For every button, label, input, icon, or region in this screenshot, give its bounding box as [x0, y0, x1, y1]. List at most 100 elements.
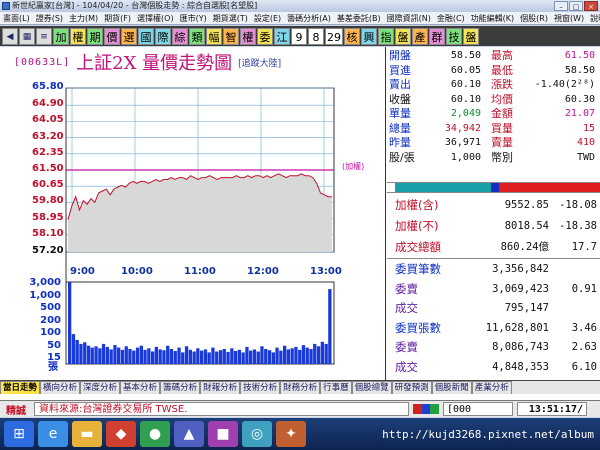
toolbar-button[interactable]: 盤	[463, 27, 479, 45]
chart-panel: [00633L] 上証2X 量價走勢圖 [追蹤大陸] 65.80 64.90 64.…	[0, 47, 386, 380]
index-row: 加權(含) 9552.85 -18.08	[387, 195, 600, 216]
analysis-tab[interactable]: 技術分析	[240, 381, 281, 394]
order-stat-ratio: 0.91	[571, 282, 597, 295]
menu-item[interactable]: 主力(M)	[66, 12, 101, 24]
volume-bar	[200, 350, 204, 364]
menu-item[interactable]: 籌碼分析(A)	[284, 12, 334, 24]
toolbar-button[interactable]: 群	[429, 27, 445, 45]
menu-item[interactable]: 設定(E)	[251, 12, 284, 24]
list-icon[interactable]: ≡	[36, 27, 52, 45]
volume-bar	[98, 348, 102, 364]
toolbar-button[interactable]: 綜	[172, 27, 188, 45]
back-icon[interactable]: ◀	[2, 27, 18, 45]
menu-item[interactable]: 畫面(L)	[0, 12, 33, 24]
toolbar-button[interactable]: 29	[325, 27, 343, 45]
toolbar-button[interactable]: 際	[155, 27, 171, 45]
main-area: [00633L] 上証2X 量價走勢圖 [追蹤大陸] 65.80 64.90 64.…	[0, 47, 600, 400]
toolbar-button[interactable]: 國	[138, 27, 154, 45]
menu-item[interactable]: 功能編輯(K)	[468, 12, 518, 24]
toolbar-button[interactable]: 產	[412, 27, 428, 45]
quote-label: 最高	[491, 49, 513, 62]
analysis-tab[interactable]: 研發預測	[391, 381, 432, 394]
volume-bar	[113, 345, 117, 364]
close-button[interactable]: ×	[584, 1, 598, 11]
analysis-tab[interactable]: 行事曆	[320, 381, 352, 394]
order-stat-label: 成交	[395, 359, 418, 374]
menu-item[interactable]: 證券(S)	[33, 12, 66, 24]
toolbar-button[interactable]: 選	[121, 27, 137, 45]
status-bar: 精誠 資料來源:台灣證券交易所 TWSE. [000 13:51:17/	[0, 400, 600, 417]
menu-item[interactable]: 金融(C)	[434, 12, 468, 24]
quote-row: 買進 60.05 最低 58.50	[387, 64, 600, 79]
folder-icon[interactable]: ▬	[72, 421, 102, 447]
volume-bar	[192, 351, 196, 364]
toolbar-button[interactable]: 加	[53, 27, 69, 45]
analysis-tab[interactable]: 個股總覽	[351, 381, 392, 394]
toolbar-button[interactable]: 智	[223, 27, 239, 45]
menu-item[interactable]: 個股(R)	[517, 12, 551, 24]
volume-bar	[132, 350, 136, 364]
menu-item[interactable]: 基差委託(B)	[334, 12, 384, 24]
menu-item[interactable]: 說明(H)	[587, 12, 600, 24]
toolbar-button[interactable]: 價	[104, 27, 120, 45]
toolbar-button[interactable]: 幅	[206, 27, 222, 45]
index-label: 成交總額	[395, 240, 441, 254]
quote-label: 賣出	[389, 78, 411, 91]
toolbar-button[interactable]: 江	[274, 27, 290, 45]
analysis-tab[interactable]: 籌碼分析	[160, 381, 201, 394]
toolbar-button[interactable]: 權	[70, 27, 86, 45]
maximize-button[interactable]: □	[569, 1, 583, 11]
app3-icon[interactable]: ▲	[174, 421, 204, 447]
analysis-tab[interactable]: 當日走勢	[0, 381, 41, 394]
volume-bar	[173, 351, 177, 364]
toolbar-button[interactable]: 期	[87, 27, 103, 45]
toolbar-button[interactable]: 興	[361, 27, 377, 45]
quote-label: 買進	[389, 63, 411, 77]
volume-bar	[252, 349, 257, 364]
menu-item[interactable]: 選擇權(O)	[134, 12, 177, 24]
app2-icon[interactable]: ●	[140, 421, 170, 447]
menu-item[interactable]: 匯市(Y)	[177, 12, 210, 24]
order-stat-row: 委買筆數 3,356,842	[387, 260, 600, 280]
menu-item[interactable]: 期貨選(T)	[210, 12, 251, 24]
volume-bar	[218, 350, 223, 364]
menu-item[interactable]: 國際資訊(N)	[384, 12, 434, 24]
toolbar-button[interactable]: 委	[257, 27, 273, 45]
volume-bar	[71, 334, 76, 364]
toolbar-button[interactable]: 技	[446, 27, 462, 45]
analysis-tab[interactable]: 深度分析	[80, 381, 121, 394]
signal-indicator	[413, 404, 440, 414]
minimize-button[interactable]: –	[554, 1, 568, 11]
analysis-tab[interactable]: 財報分析	[200, 381, 241, 394]
menu-item[interactable]: 期貨(F)	[101, 12, 134, 24]
analysis-tab[interactable]: 橫向分析	[40, 381, 81, 394]
quote-row: 總量 34,942 買量 15	[387, 122, 600, 137]
start-icon[interactable]: ⊞	[4, 421, 34, 447]
toolbar-button[interactable]: 9	[291, 27, 307, 45]
analysis-tab[interactable]: 財務分析	[280, 381, 321, 394]
analysis-tab[interactable]: 個股新聞	[431, 381, 472, 394]
toolbar-button[interactable]: 指	[378, 27, 394, 45]
quote-label: 買量	[491, 121, 513, 135]
app5-icon[interactable]: ◎	[242, 421, 272, 447]
analysis-tab[interactable]: 產業分析	[471, 381, 512, 394]
toolbar-button[interactable]: 權	[240, 27, 256, 45]
quote-label: 賣量	[491, 136, 513, 149]
grid-icon[interactable]: ▦	[19, 27, 35, 45]
toolbar-button[interactable]: 核	[344, 27, 360, 45]
toolbar-button[interactable]: 盤	[395, 27, 411, 45]
browser-icon[interactable]: e	[38, 421, 68, 447]
analysis-tab[interactable]: 基本分析	[120, 381, 161, 394]
quote-value: 34,942	[444, 122, 481, 134]
volume-bar	[286, 349, 290, 364]
volume-bar	[264, 349, 268, 364]
app6-icon[interactable]: ✦	[276, 421, 306, 447]
volume-bar	[283, 345, 287, 364]
menu-item[interactable]: 視窗(W)	[551, 12, 587, 24]
volume-bar	[177, 347, 181, 364]
toolbar-button[interactable]: 8	[308, 27, 324, 45]
app4-icon[interactable]: ■	[208, 421, 238, 447]
toolbar-button[interactable]: 類	[189, 27, 205, 45]
app1-icon[interactable]: ◆	[106, 421, 136, 447]
volume-bar	[117, 347, 121, 364]
